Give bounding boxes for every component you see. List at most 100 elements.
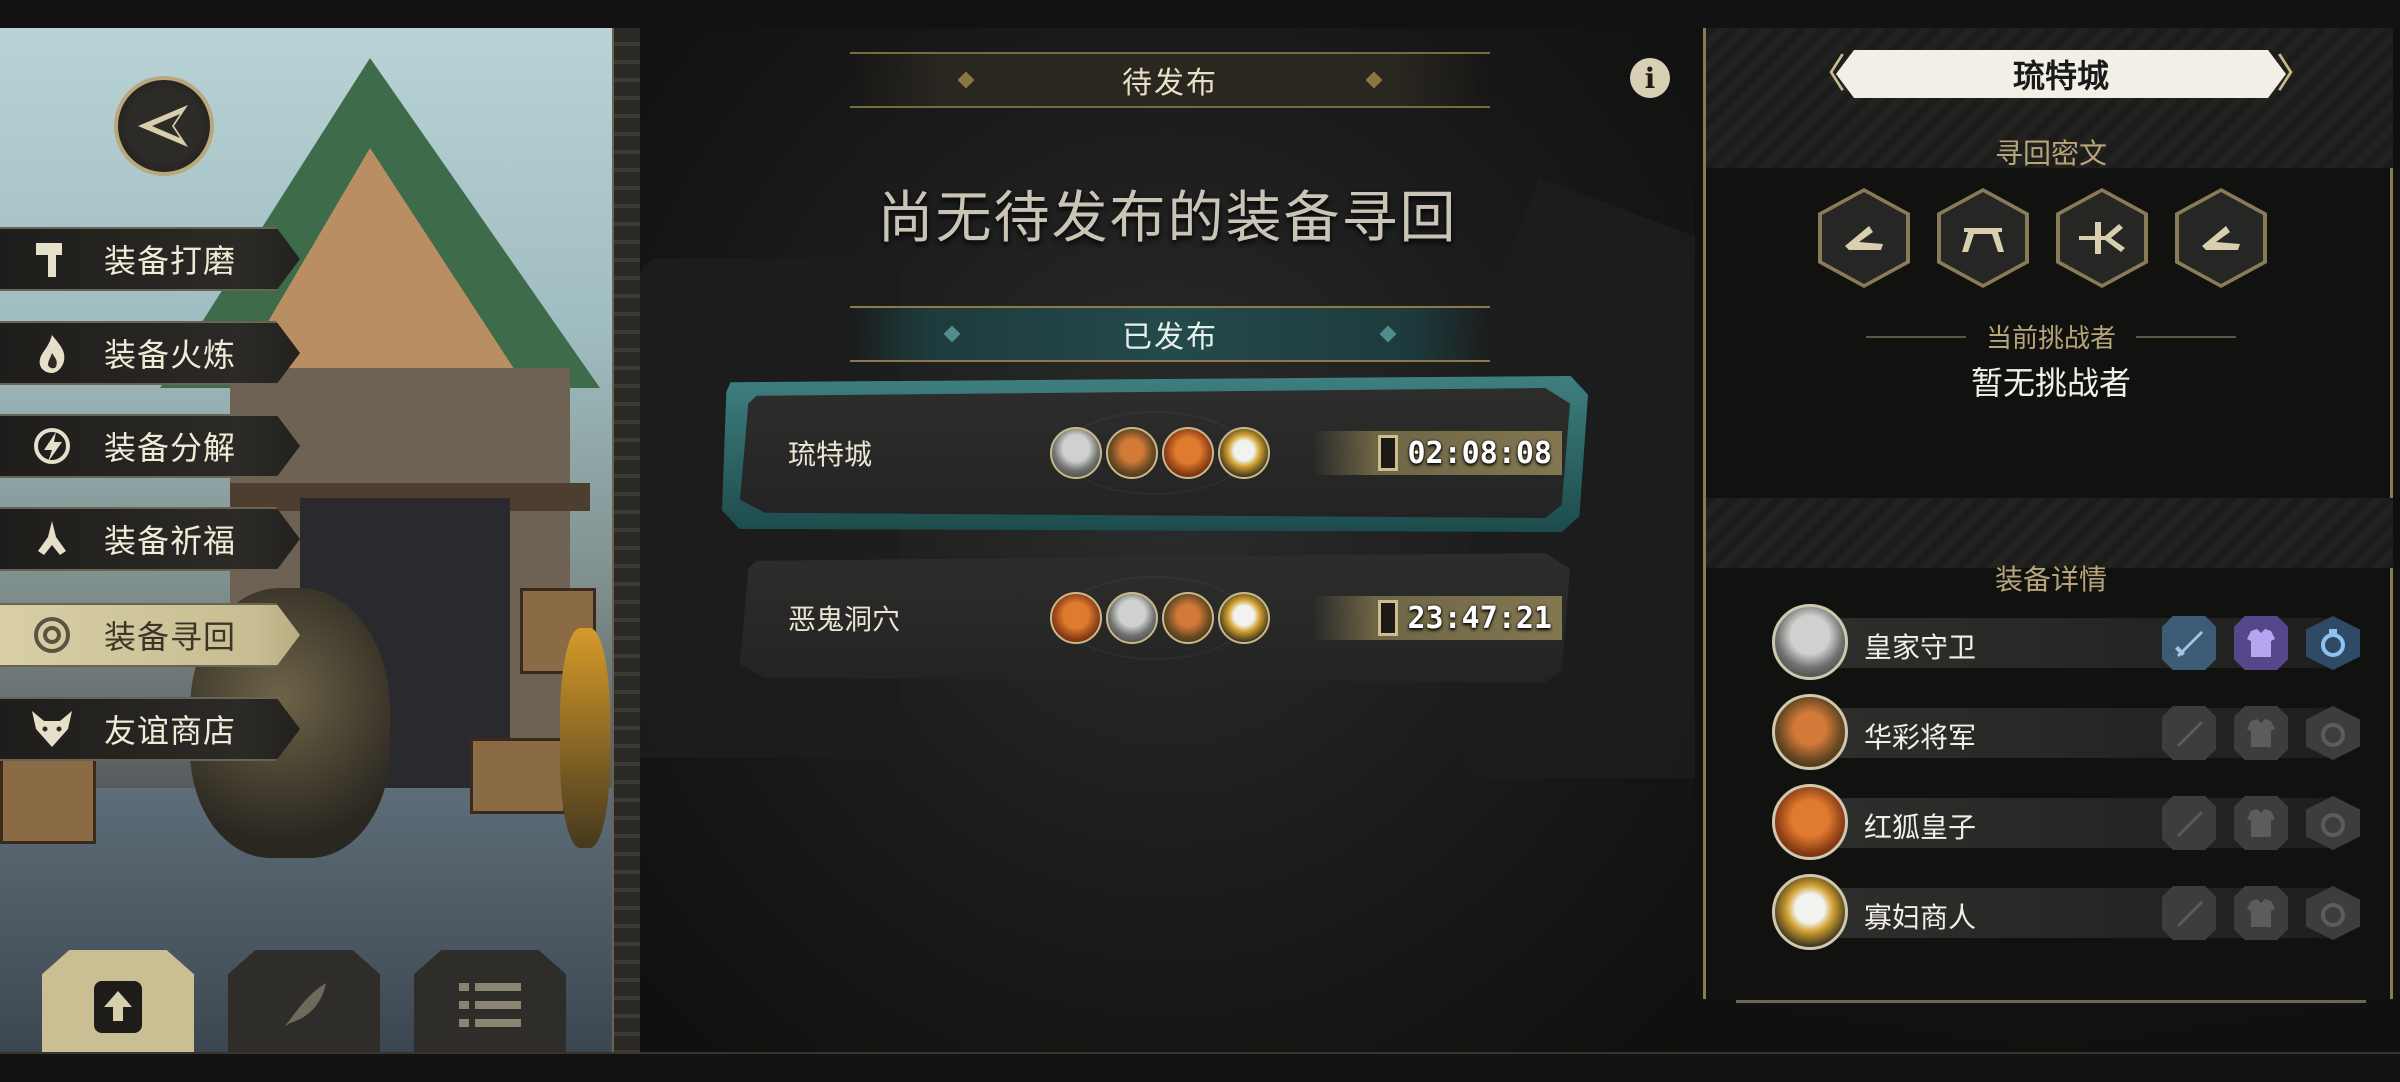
sword-icon [2177, 721, 2203, 747]
pending-title: 待发布 [1122, 66, 1218, 101]
flame-icon [22, 323, 82, 383]
challenger-value: 暂无挑战者 [1970, 364, 2131, 402]
hero-name: 皇家守卫 [1864, 631, 1977, 664]
quest-name: 琉特城 [788, 438, 873, 471]
back-button[interactable] [114, 76, 214, 176]
top-border [0, 0, 2400, 28]
hourglass-icon [1377, 435, 1398, 471]
quest-portraits [1050, 427, 1270, 479]
quest-timer: 02:08:08 [1312, 431, 1562, 475]
hero-row[interactable]: 华彩将军 [1772, 694, 2360, 770]
rune-arch-icon [1962, 228, 2004, 252]
menu-item-label: 装备分解 [104, 429, 237, 467]
hero-row[interactable]: 寡妇商人 [1772, 874, 2360, 950]
challenger-label: 当前挑战者 [1985, 324, 2116, 354]
hero-avatar [1772, 694, 1848, 770]
crate [0, 758, 96, 844]
feather-icon [284, 983, 326, 1027]
sword-icon [2177, 811, 2203, 837]
rune-slot[interactable] [2175, 188, 2267, 288]
rune-cross-icon [2079, 222, 2125, 254]
detail-panel: 〈 琉特城 〉 寻回密文 当前挑战者 暂无挑战者 装备详情 皇家守卫 华彩将军 … [1695, 28, 2400, 1052]
armor-slot[interactable] [2234, 796, 2288, 850]
empty-pending-message: 尚无待发布的装备寻回 [877, 186, 1458, 251]
hero-portrait-lion-general [1162, 592, 1214, 644]
next-city-icon[interactable]: 〉 [2276, 52, 2316, 96]
rune-slot[interactable] [2056, 188, 2148, 288]
menu-item-retrieve[interactable]: 装备寻回 [0, 603, 300, 667]
rune-hand-icon [1845, 226, 1883, 250]
rune-slot[interactable] [1818, 188, 1910, 288]
list-button[interactable] [414, 950, 566, 1060]
hero-avatar [1772, 604, 1848, 680]
timer-text: 23:47:21 [1407, 600, 1553, 636]
hero-row[interactable]: 皇家守卫 [1772, 604, 2360, 680]
weapon-slot[interactable] [2162, 616, 2216, 670]
timer-text: 02:08:08 [1407, 435, 1553, 471]
hero-portrait-lion-general [1106, 427, 1158, 479]
hero-portrait-widow-merchant [1218, 427, 1270, 479]
armor-icon [2247, 719, 2275, 747]
menu-item-polish[interactable]: 装备打磨 [0, 227, 300, 291]
hero-name: 红狐皇子 [1864, 811, 1977, 844]
pending-section-header: 待发布 [850, 52, 1490, 108]
hero-portrait-gray-knight [1106, 592, 1158, 644]
city-title: 琉特城 [1836, 50, 2286, 98]
sword-icon [2177, 901, 2203, 927]
quest-timer: 23:47:21 [1312, 596, 1562, 640]
crate [470, 738, 566, 814]
armor-slot[interactable] [2234, 886, 2288, 940]
ring-icon [2321, 629, 2345, 657]
menu-item-disassemble[interactable]: 装备分解 [0, 414, 300, 478]
menu-item-label: 装备寻回 [104, 618, 237, 656]
runes-title: 寻回密文 [1994, 137, 2107, 170]
hero-name: 华彩将军 [1864, 721, 1977, 754]
hero-portrait-gray-knight [1050, 427, 1102, 479]
published-section-header: 已发布 [850, 306, 1490, 362]
upload-file-icon [94, 981, 142, 1033]
armor-icon [2247, 629, 2275, 657]
hourglass-icon [1377, 600, 1398, 636]
hero-name: 寡妇商人 [1864, 901, 1977, 934]
hero-avatar [1772, 874, 1848, 950]
armor-slot[interactable] [2234, 616, 2288, 670]
rune-slot[interactable] [1937, 188, 2029, 288]
golden-plant [560, 628, 610, 848]
hero-portrait-red-fox [1162, 427, 1214, 479]
menu-item-friendship-shop[interactable]: 友谊商店 [0, 697, 300, 761]
publish-button[interactable] [42, 950, 194, 1060]
sword-icon [2175, 631, 2203, 657]
hero-row[interactable]: 红狐皇子 [1772, 784, 2360, 860]
quest-card[interactable]: 恶鬼洞穴 23:47:21 [740, 553, 1570, 683]
disassemble-icon [22, 416, 82, 476]
list-icon [459, 983, 521, 1027]
armor-icon [2247, 809, 2275, 837]
feather-button[interactable] [228, 950, 380, 1060]
hero-avatar [1772, 784, 1848, 860]
menu-item-label: 友谊商店 [104, 712, 237, 750]
weapon-slot[interactable] [2162, 706, 2216, 760]
weapon-slot[interactable] [2162, 886, 2216, 940]
ring-icon [2321, 813, 2345, 837]
published-title: 已发布 [1122, 320, 1218, 355]
menu-item-forge[interactable]: 装备火炼 [0, 321, 300, 385]
menu-item-label: 装备火炼 [104, 336, 237, 374]
quest-panel: 待发布 i 尚无待发布的装备寻回 已发布 琉特城 02:08:08 恶鬼洞穴 2… [640, 28, 1695, 1052]
quest-portraits [1050, 592, 1270, 644]
detail-frame: 〈 琉特城 〉 寻回密文 当前挑战者 暂无挑战者 装备详情 皇家守卫 华彩将军 … [1703, 28, 2393, 1050]
target-icon [22, 605, 82, 665]
quest-name: 恶鬼洞穴 [788, 603, 901, 636]
bottom-border [0, 1052, 2400, 1082]
menu-item-pray[interactable]: 装备祈福 [0, 507, 300, 571]
pray-hands-icon [22, 509, 82, 569]
quest-card[interactable]: 琉特城 02:08:08 [740, 388, 1570, 518]
info-icon[interactable]: i [1630, 58, 1670, 98]
divider-line [1736, 1000, 2366, 1003]
rune-hand-icon [2202, 226, 2240, 250]
ring-icon [2321, 723, 2345, 747]
armor-slot[interactable] [2234, 706, 2288, 760]
back-arrow-icon [138, 105, 188, 147]
hero-portrait-widow-merchant [1218, 592, 1270, 644]
menu-item-label: 装备打磨 [104, 242, 237, 280]
weapon-slot[interactable] [2162, 796, 2216, 850]
